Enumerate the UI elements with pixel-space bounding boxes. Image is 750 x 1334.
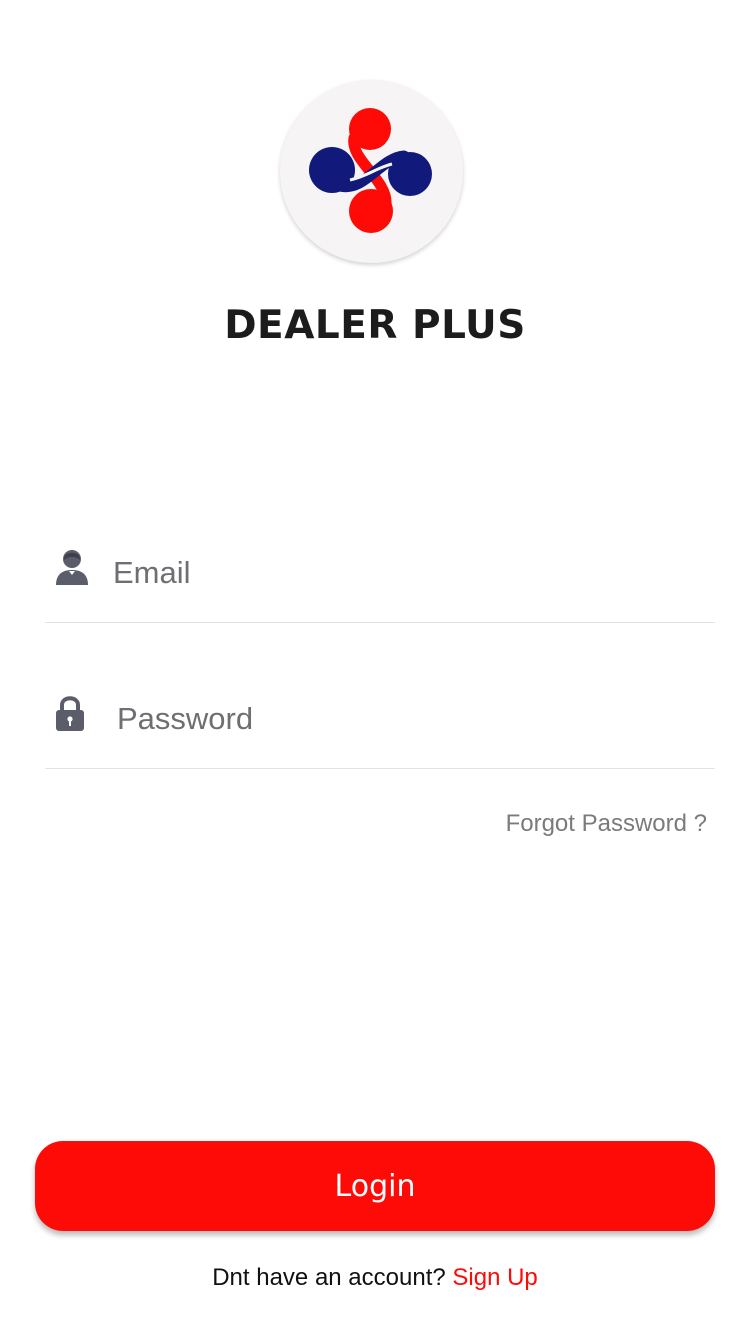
signup-prompt: Dnt have an account?: [212, 1264, 453, 1291]
forgot-password-link[interactable]: Forgot Password ?: [506, 810, 707, 838]
app-title: DEALER PLUS: [224, 303, 526, 348]
signup-row: Dnt have an account? Sign Up: [0, 1264, 750, 1292]
lock-icon: [55, 695, 85, 738]
user-icon: [55, 549, 89, 592]
email-field: [45, 523, 715, 623]
app-logo: [280, 80, 463, 263]
login-screen: DEALER PLUS Forgot Password ? Login Dnt …: [0, 0, 750, 1334]
login-button[interactable]: Login: [35, 1141, 715, 1231]
email-input[interactable]: [113, 549, 673, 597]
password-field: [45, 669, 715, 769]
dealer-plus-logo-icon: [309, 108, 432, 233]
password-input[interactable]: [117, 695, 677, 743]
sign-up-link[interactable]: Sign Up: [452, 1264, 537, 1291]
